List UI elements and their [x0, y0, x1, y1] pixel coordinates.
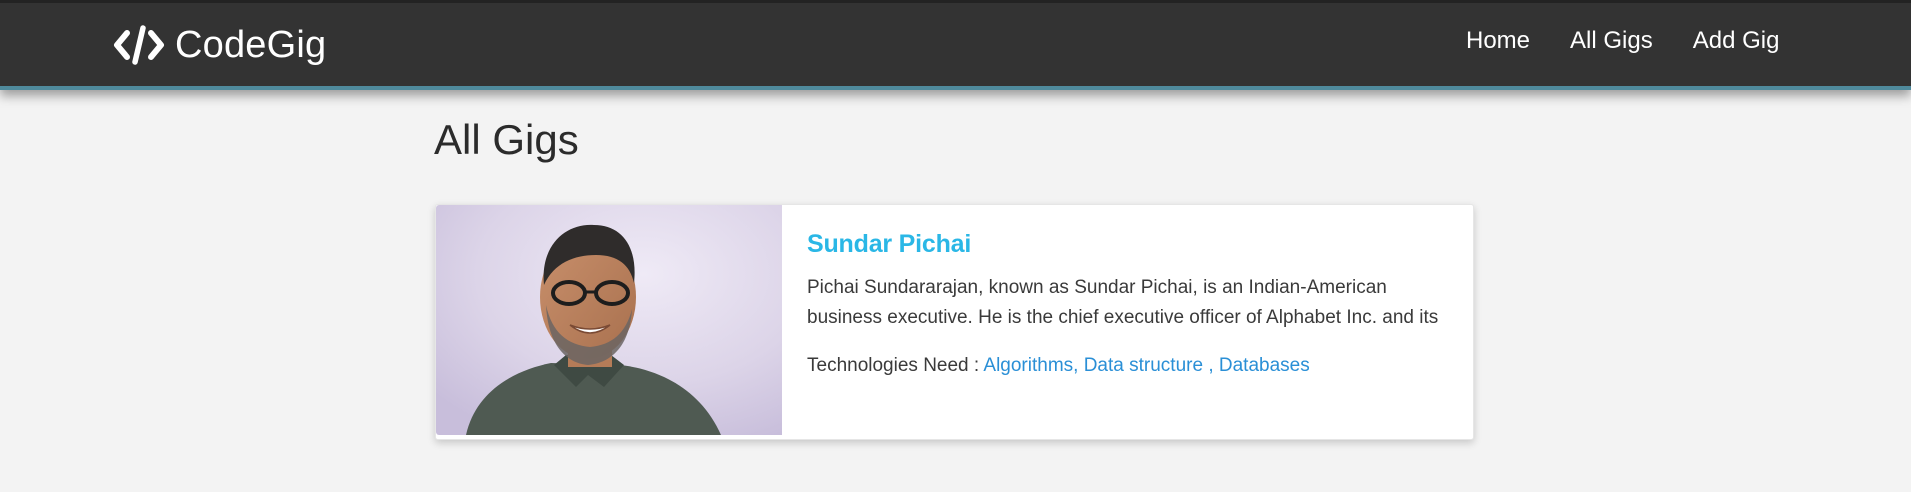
technologies-label: Technologies Need :: [807, 355, 980, 376]
nav-all-gigs[interactable]: All Gigs: [1570, 25, 1653, 57]
gig-name[interactable]: Sundar Pichai: [807, 227, 1447, 261]
gig-body: Sundar Pichai Pichai Sundararajan, known…: [807, 227, 1447, 380]
brand-name: CodeGig: [175, 24, 327, 66]
code-icon: [114, 25, 164, 65]
main-nav: Home All Gigs Add Gig: [1466, 25, 1779, 57]
technologies-values[interactable]: Algorithms, Data structure , Databases: [983, 355, 1309, 376]
nav-add-gig[interactable]: Add Gig: [1693, 25, 1780, 57]
navbar: CodeGig Home All Gigs Add Gig: [0, 0, 1911, 90]
brand-link[interactable]: CodeGig: [113, 21, 326, 69]
gig-technologies: Technologies Need : Algorithms, Data str…: [807, 352, 1447, 380]
gig-photo: [436, 205, 782, 435]
nav-home[interactable]: Home: [1466, 25, 1530, 57]
person-photo-image: [436, 205, 782, 435]
gig-description: Pichai Sundararajan, known as Sundar Pic…: [807, 277, 1439, 328]
gig-card: Sundar Pichai Pichai Sundararajan, known…: [435, 204, 1474, 440]
page-title: All Gigs: [434, 116, 579, 163]
